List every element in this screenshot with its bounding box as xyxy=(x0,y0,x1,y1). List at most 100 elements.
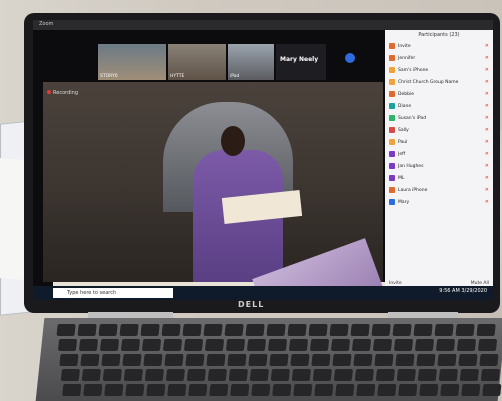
keyboard-key xyxy=(59,354,79,366)
keyboard-key xyxy=(351,339,372,351)
keyboard-key xyxy=(375,369,396,381)
keyboard-key xyxy=(204,339,225,351)
keyboard-key xyxy=(456,339,477,351)
recording-label: Recording xyxy=(53,90,79,96)
mic-muted-icon[interactable]: ✕ xyxy=(485,91,489,97)
recording-dot-icon xyxy=(47,90,51,94)
participant-row[interactable]: Christ Church Group Name ✕ xyxy=(385,76,493,88)
keyboard-key xyxy=(398,384,418,396)
mic-muted-icon[interactable]: ✕ xyxy=(485,43,489,49)
keyboard-key xyxy=(272,384,292,396)
keyboard-key xyxy=(287,324,307,336)
participant-name: Laura iPhone xyxy=(398,187,428,193)
mic-muted-icon[interactable]: ✕ xyxy=(485,175,489,181)
participant-row[interactable]: ML ✕ xyxy=(385,172,493,184)
participant-avatar xyxy=(389,187,395,193)
keyboard-key xyxy=(329,324,349,336)
keyboard-key xyxy=(57,339,78,351)
participant-name: Susan's iPad xyxy=(398,115,427,121)
participant-name: Diane xyxy=(398,103,412,109)
mic-muted-icon[interactable]: ✕ xyxy=(485,163,489,169)
keyboard-key xyxy=(356,384,376,396)
keyboard-key xyxy=(459,369,480,381)
keyboard-key xyxy=(330,339,351,351)
participant-avatar xyxy=(389,103,395,109)
participant-list: Invite ✕ Jennifer ✕ Sam's iPhone ✕ Christ Chur… xyxy=(385,40,493,208)
panel-title: Participants (23) xyxy=(418,32,460,38)
keyboard-key xyxy=(146,384,166,396)
recording-indicator: Recording xyxy=(47,90,78,96)
participant-name: Jan Hughes xyxy=(398,163,424,169)
mic-muted-icon[interactable]: ✕ xyxy=(485,67,489,73)
participant-name: Invite xyxy=(398,43,411,49)
participant-row[interactable]: Susan's iPad ✕ xyxy=(385,112,493,124)
mic-muted-icon[interactable]: ✕ xyxy=(485,55,489,61)
mic-muted-icon[interactable]: ✕ xyxy=(485,127,489,133)
video-tile[interactable]: iPad xyxy=(228,44,274,80)
participant-row[interactable]: Invite ✕ xyxy=(385,40,493,52)
keyboard-key xyxy=(461,384,481,396)
participant-row[interactable]: Mary ✕ xyxy=(385,196,493,208)
keyboard-key xyxy=(62,384,82,396)
keyboard-key xyxy=(206,354,226,366)
keyboard-key xyxy=(308,324,328,336)
keyboard-key xyxy=(98,324,118,336)
mic-muted-icon[interactable]: ✕ xyxy=(485,151,489,157)
participant-row[interactable]: Paul ✕ xyxy=(385,136,493,148)
participant-row[interactable]: Jan Hughes ✕ xyxy=(385,160,493,172)
keyboard-key xyxy=(165,369,186,381)
keyboard-key xyxy=(413,324,433,336)
keyboard-key xyxy=(251,384,271,396)
keyboard-key xyxy=(248,354,268,366)
keyboard-key xyxy=(288,339,309,351)
mic-muted-icon[interactable]: ✕ xyxy=(485,103,489,109)
keyboard-key xyxy=(99,339,120,351)
video-tile[interactable]: STORY0 xyxy=(98,44,166,80)
dell-logo: DELL xyxy=(238,300,265,309)
participant-name: Paul xyxy=(398,139,408,145)
keyboard-key xyxy=(249,369,270,381)
system-tray: 9:56 AM 3/29/2020 xyxy=(439,288,487,294)
participant-row[interactable]: Jeff ✕ xyxy=(385,148,493,160)
keyboard-key xyxy=(291,369,312,381)
participant-name: Jeff xyxy=(398,151,406,157)
keyboard-key xyxy=(60,369,81,381)
participant-name: Christ Church Group Name xyxy=(398,79,459,85)
keyboard-key xyxy=(419,384,439,396)
participant-row[interactable]: Laura iPhone ✕ xyxy=(385,184,493,196)
keyboard-key xyxy=(225,339,246,351)
mic-muted-icon[interactable]: ✕ xyxy=(485,115,489,121)
keyboard-key xyxy=(309,339,330,351)
keyboard-key xyxy=(332,354,352,366)
keyboard-key xyxy=(438,369,459,381)
participant-row[interactable]: Debbie ✕ xyxy=(385,88,493,100)
search-input[interactable]: Type here to search xyxy=(53,288,173,298)
participant-row[interactable]: Jennifer ✕ xyxy=(385,52,493,64)
participant-avatar xyxy=(389,127,395,133)
mic-muted-icon[interactable]: ✕ xyxy=(485,139,489,145)
keyboard-key xyxy=(104,384,124,396)
keyboard-key xyxy=(458,354,478,366)
keyboard-key xyxy=(164,354,184,366)
speaker-name: Mary Neely xyxy=(280,56,319,63)
video-tile[interactable]: HYTTE xyxy=(168,44,226,80)
tile-label: HYTTE xyxy=(170,74,185,79)
keyboard-key xyxy=(416,354,436,366)
keyboard-key xyxy=(143,354,163,366)
keyboard-key xyxy=(183,339,204,351)
participant-row[interactable]: Diane ✕ xyxy=(385,100,493,112)
keyboard-key xyxy=(119,324,139,336)
participant-row[interactable]: Sam's iPhone ✕ xyxy=(385,64,493,76)
keyboard-key xyxy=(120,339,141,351)
keyboard-key xyxy=(78,339,99,351)
keyboard-key xyxy=(207,369,228,381)
mic-muted-icon[interactable]: ✕ xyxy=(485,199,489,205)
gallery-strip: STORY0 HYTTE iPad xyxy=(98,44,328,82)
mic-muted-icon[interactable]: ✕ xyxy=(485,79,489,85)
photo-scene: Zoom STORY0 HYTTE iPad Mary Neely Record… xyxy=(0,0,502,401)
participant-row[interactable]: Sally ✕ xyxy=(385,124,493,136)
keyboard-key xyxy=(353,354,373,366)
keyboard-key xyxy=(77,324,97,336)
keyboard-key xyxy=(230,384,250,396)
mic-muted-icon[interactable]: ✕ xyxy=(485,187,489,193)
